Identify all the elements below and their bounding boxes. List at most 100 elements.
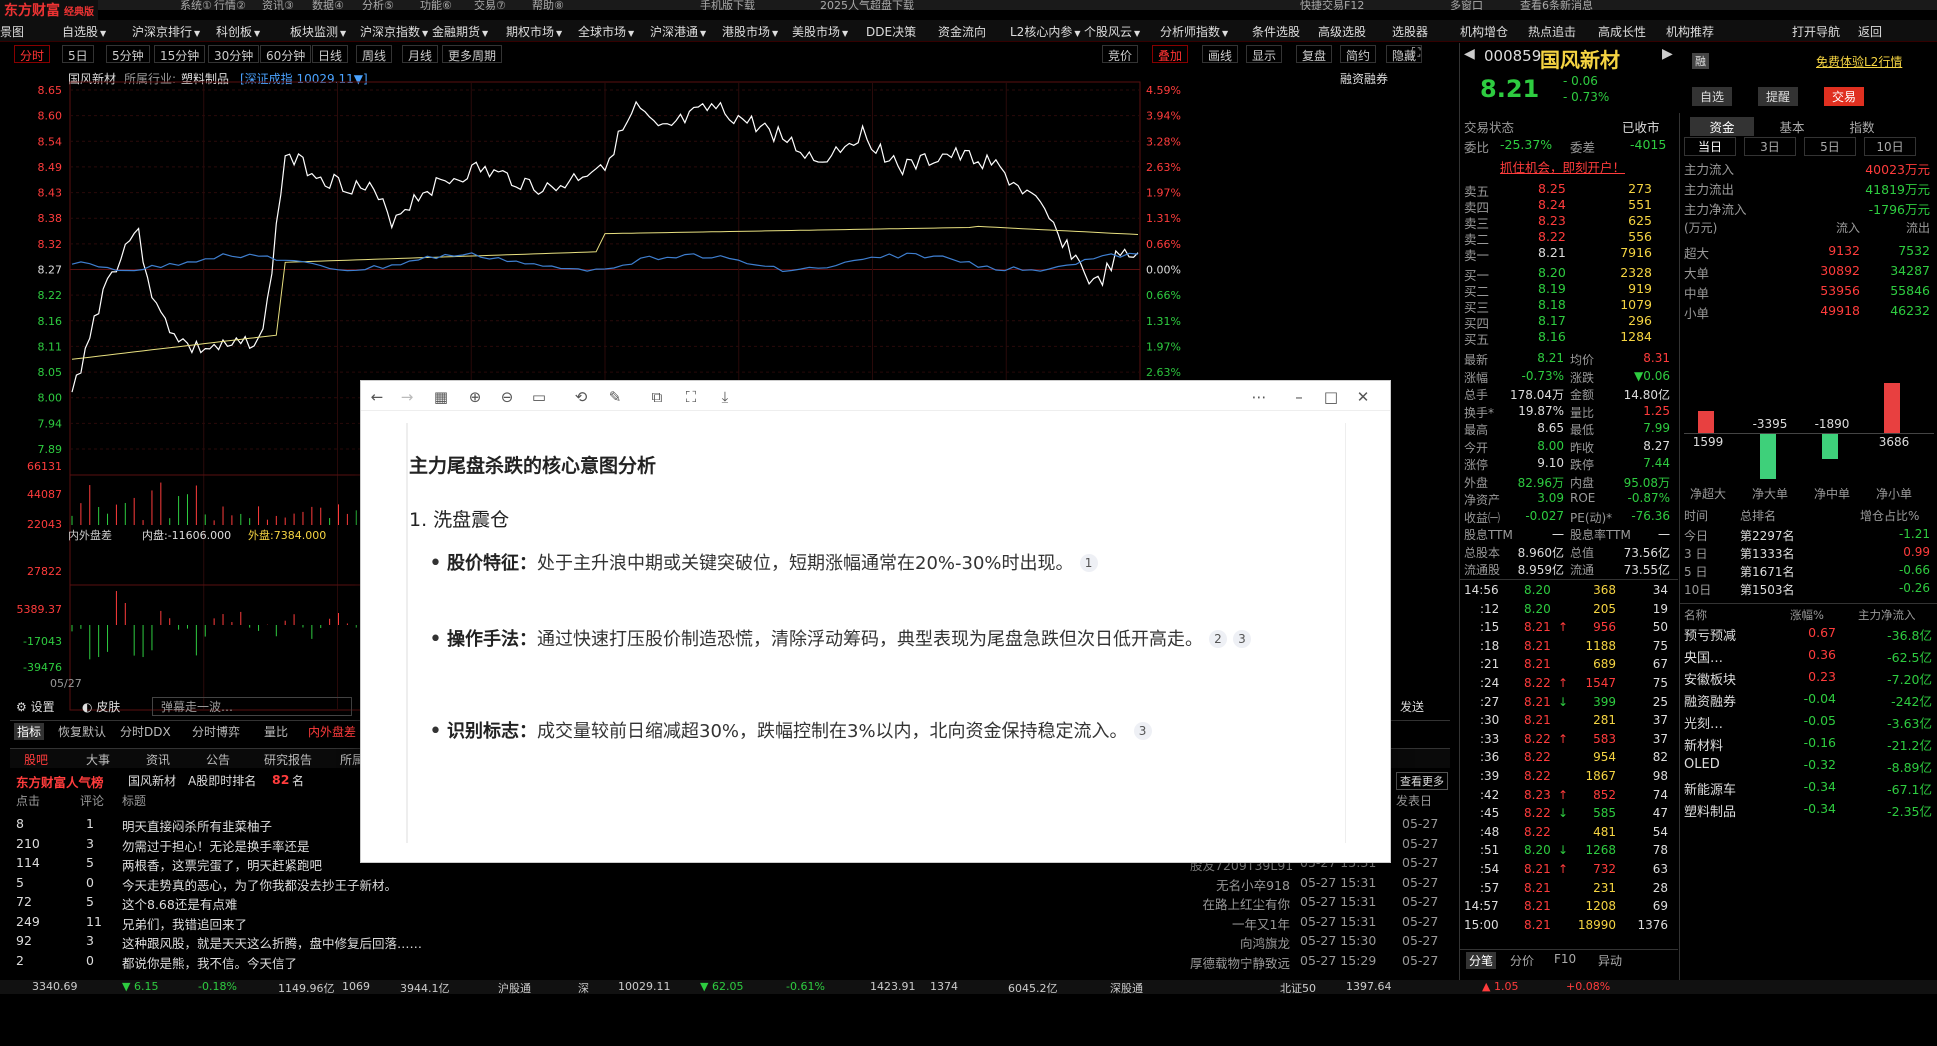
sector-name[interactable]: 安徽板块 (1684, 669, 1736, 688)
menu-item[interactable]: 热点追击 (1528, 23, 1576, 40)
menu-item[interactable]: 美股市场 ▼ (792, 23, 848, 40)
top-strip-item[interactable]: 2025人气超盘下载 (820, 0, 914, 10)
citation-badge[interactable]: 1 (1079, 554, 1098, 572)
sector-name[interactable]: 央国… (1684, 647, 1723, 666)
menu-item[interactable]: 港股市场 ▼ (722, 23, 778, 40)
open-account-promo[interactable]: 抓住机会，即刻开户！ (1500, 157, 1625, 176)
close-icon[interactable]: ✕ (1353, 388, 1373, 406)
top-strip-item[interactable]: 手机版下载 (700, 0, 755, 10)
chart-option-button[interactable]: 复盘 (1296, 45, 1333, 63)
quote-bottom-tab[interactable]: 分笔 (1466, 952, 1497, 969)
period-tab[interactable]: 更多周期 (442, 45, 503, 63)
indicator-tab[interactable]: 恢复默认 (58, 723, 106, 740)
row-author[interactable]: 无名小卒918 (1190, 875, 1290, 894)
sell-price[interactable]: 8.23 (1538, 213, 1566, 228)
row-title[interactable]: 兄弟们，我错追回来了 (122, 914, 247, 933)
menu-item[interactable]: 机构推荐 (1666, 23, 1714, 40)
more-icon[interactable]: ⋯ (1249, 388, 1269, 406)
forward-icon[interactable]: → (397, 388, 417, 406)
chart-option-button[interactable]: 竞价 (1102, 45, 1139, 63)
menu-item[interactable]: 机构增仓 (1460, 23, 1508, 40)
buy-price[interactable]: 8.20 (1538, 265, 1566, 280)
menu-item[interactable]: 资金流向 (938, 23, 986, 40)
download-icon[interactable]: ⤓ (715, 388, 735, 406)
chart-option-button[interactable]: 叠加 (1152, 45, 1189, 63)
period-tab[interactable]: 5分钟 (106, 45, 150, 63)
sell-price[interactable]: 8.21 (1538, 245, 1566, 260)
top-strip-item[interactable]: 快捷交易F12 (1300, 0, 1364, 10)
list-row[interactable]: 92 3 这种跟风股，就是天天这么折腾，盘中修复后回落…… 向鸿旗龙 05-27 15:… (10, 933, 1450, 952)
indicator-tab[interactable]: 指标 (14, 723, 45, 740)
copy-icon[interactable]: ⧉ (647, 388, 667, 406)
top-strip-item[interactable]: 交易⑦ (474, 0, 506, 10)
row-author[interactable]: 向鸿旗龙 (1190, 933, 1290, 952)
menu-item[interactable]: DDE决策 (866, 23, 916, 40)
menu-item[interactable]: 个股风云 ▼ (1084, 23, 1140, 40)
quote-bottom-tab[interactable]: 分价 (1510, 952, 1534, 969)
top-strip-item[interactable]: 资讯③ (262, 0, 294, 10)
menu-item[interactable]: 科创板 ▼ (216, 23, 260, 40)
period-tab[interactable]: 5日 (1804, 137, 1856, 156)
row-title[interactable]: 这种跟风股，就是天天这么折腾，盘中修复后回落…… (122, 933, 422, 952)
news-tab[interactable]: 资讯 (146, 751, 170, 768)
list-row[interactable]: 72 5 这个8.68还是有点难 在路上红尘有你 05-27 15:31 05-27 (10, 894, 1450, 913)
menu-item[interactable]: 条件选股 (1252, 23, 1300, 40)
news-tab[interactable]: 大事 (86, 751, 110, 768)
top-strip-item[interactable]: 数据④ (312, 0, 344, 10)
rotate-icon[interactable]: ⟲ (571, 388, 591, 406)
sector-name[interactable]: 新材料 (1684, 735, 1723, 754)
fund-tab[interactable]: 指数 (1830, 117, 1894, 136)
menu-item[interactable]: 返回 (1858, 23, 1882, 40)
header-title[interactable]: 标题 (122, 792, 146, 809)
list-row[interactable]: 249 11 兄弟们，我错追回来了 一年又1年 05-27 15:31 05-27 (10, 914, 1450, 933)
sell-price[interactable]: 8.24 (1538, 197, 1566, 212)
menu-item[interactable]: 沪深京排行 ▼ (132, 23, 200, 40)
popularity-title[interactable]: 东方财富人气榜 (16, 772, 104, 791)
top-strip-item[interactable]: 功能⑥ (420, 0, 452, 10)
fund-tab[interactable]: 资金 (1690, 117, 1754, 136)
header-comments[interactable]: 评论 (80, 792, 104, 809)
header-clicks[interactable]: 点击 (16, 792, 40, 809)
menu-item[interactable]: 选股器 (1392, 23, 1428, 40)
grid-icon[interactable]: ▦ (431, 388, 451, 406)
danmu-input[interactable]: 弹幕走一波… (152, 697, 352, 716)
row-author[interactable]: 厚德载物宁静致远 (1190, 953, 1290, 972)
menu-item[interactable]: L2核心内参 ▼ (1010, 23, 1080, 40)
edit-icon[interactable]: ✎ (605, 388, 625, 406)
list-row[interactable]: 5 0 今天走势真的恶心，为了你我都没去抄王子新材。 无名小卒918 05-27 15:… (10, 875, 1450, 894)
top-strip-item[interactable]: 多窗口 (1450, 0, 1483, 10)
watchlist-button[interactable]: 自选 (1692, 87, 1733, 106)
top-strip-item[interactable]: 帮助⑧ (532, 0, 564, 10)
send-button[interactable]: 发送 (1400, 698, 1424, 715)
sector-name[interactable]: 新能源车 (1684, 779, 1736, 798)
buy-price[interactable]: 8.19 (1538, 281, 1566, 296)
menu-item[interactable]: 分析师指数 ▼ (1160, 23, 1228, 40)
screenshot-icon[interactable]: ⛶ (681, 388, 701, 406)
next-stock-icon[interactable]: ▶ (1662, 46, 1673, 62)
menu-item[interactable]: 沪深港通 ▼ (650, 23, 706, 40)
chart-option-button[interactable]: 简约 (1340, 45, 1377, 63)
period-tab[interactable]: 10日 (1864, 137, 1916, 156)
trade-button[interactable]: 交易 (1824, 87, 1865, 106)
period-tab[interactable]: 15分钟 (154, 45, 206, 63)
sector-name[interactable]: 融资融券 (1684, 691, 1736, 710)
minimize-icon[interactable]: – (1289, 388, 1309, 406)
indicator-tab[interactable]: 分时DDX (120, 723, 171, 740)
menu-item[interactable]: 高级选股 (1318, 23, 1366, 40)
row-title[interactable]: 勿需过于担心！无论是换手率还是 (122, 836, 310, 855)
row-title[interactable]: 明天直接闷杀所有韭菜柚子 (122, 816, 272, 835)
settings-button[interactable]: ⚙ 设置 (16, 698, 55, 715)
row-title[interactable]: 今天走势真的恶心，为了你我都没去抄王子新材。 (122, 875, 397, 894)
menu-item[interactable]: 全球市场 ▼ (578, 23, 634, 40)
menu-item[interactable]: 景图 (0, 23, 24, 40)
header-time[interactable]: 发表日 (1396, 792, 1432, 809)
indicator-tab[interactable]: 内外盘差 (308, 723, 356, 740)
buy-price[interactable]: 8.16 (1538, 329, 1566, 344)
top-strip-item[interactable]: 查看6条新消息 (1520, 0, 1593, 10)
citation-badge[interactable]: 2 (1209, 630, 1227, 648)
indicator-tab[interactable]: 量比 (264, 723, 288, 740)
buy-price[interactable]: 8.18 (1538, 297, 1566, 312)
prev-stock-icon[interactable]: ◀ (1464, 46, 1475, 62)
buy-price[interactable]: 8.17 (1538, 313, 1566, 328)
menu-item[interactable]: 高成长性 (1598, 23, 1646, 40)
